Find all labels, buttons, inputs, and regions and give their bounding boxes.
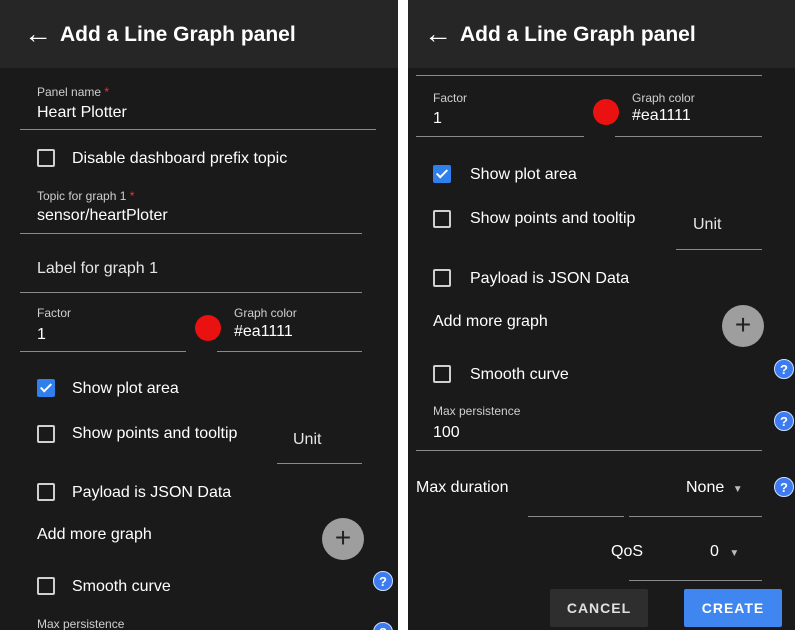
page-title: Add a Line Graph panel: [460, 23, 696, 46]
show-points-label: Show points and tooltip: [470, 210, 636, 227]
factor-label: Factor: [433, 91, 468, 105]
panel-name-label-text: Panel name: [37, 85, 102, 99]
show-plot-area-checkbox[interactable]: [433, 165, 451, 183]
max-persistence-label: Max persistence: [433, 404, 521, 418]
factor-input[interactable]: 1: [37, 326, 46, 344]
required-mark: *: [129, 189, 135, 203]
chevron-down-icon: ▼: [729, 548, 740, 559]
max-duration-select[interactable]: None ▼: [686, 479, 743, 497]
disable-prefix-label: Disable dashboard prefix topic: [72, 150, 288, 167]
panel-name-underline: [20, 129, 376, 130]
disable-prefix-checkbox[interactable]: [37, 149, 55, 167]
show-plot-area-label: Show plot area: [72, 380, 179, 397]
graph-color-input[interactable]: #ea1111: [234, 323, 293, 341]
factor-underline: [20, 351, 186, 352]
plus-icon[interactable]: +: [322, 518, 364, 560]
smooth-curve-label: Smooth curve: [72, 578, 171, 595]
max-persistence-label: Max persistence: [37, 617, 125, 630]
factor-label: Factor: [37, 306, 72, 320]
back-arrow-icon[interactable]: ←: [24, 17, 52, 51]
max-persistence-input[interactable]: 100: [433, 424, 460, 442]
help-icon[interactable]: ?: [373, 622, 393, 630]
smooth-curve-checkbox[interactable]: [433, 365, 451, 383]
graph-color-swatch[interactable]: [195, 315, 221, 341]
graph-label-input[interactable]: Label for graph 1: [37, 260, 158, 278]
panel-name-label: Panel name *: [37, 85, 109, 99]
factor-input[interactable]: 1: [433, 110, 442, 128]
top-divider: [416, 75, 762, 76]
payload-json-checkbox[interactable]: [37, 483, 55, 501]
cancel-button[interactable]: CANCEL: [550, 589, 648, 627]
show-plot-area-checkbox[interactable]: [37, 379, 55, 397]
graph-color-label: Graph color: [234, 306, 297, 320]
left-screen: ← Add a Line Graph panel Panel name * He…: [0, 0, 398, 630]
unit-underline: [277, 463, 362, 464]
topic-underline: [20, 233, 362, 234]
app-bar: ← Add a Line Graph panel: [0, 0, 398, 68]
duration-select-underline: [629, 516, 762, 517]
qos-select[interactable]: 0 ▼: [710, 543, 739, 561]
create-button[interactable]: CREATE: [684, 589, 782, 627]
unit-underline: [676, 249, 762, 250]
help-icon[interactable]: ?: [373, 571, 393, 591]
topic-label: Topic for graph 1 *: [37, 189, 134, 203]
smooth-curve-checkbox[interactable]: [37, 577, 55, 595]
required-mark: *: [104, 85, 110, 99]
max-duration-label: Max duration: [416, 479, 509, 496]
plus-icon[interactable]: +: [722, 305, 764, 347]
max-duration-value: None: [686, 479, 725, 496]
graph-color-underline: [615, 136, 762, 137]
help-icon[interactable]: ?: [774, 477, 794, 497]
show-points-label: Show points and tooltip: [72, 425, 238, 442]
panel-name-input[interactable]: Heart Plotter: [37, 104, 127, 122]
help-icon[interactable]: ?: [774, 359, 794, 379]
topic-input[interactable]: sensor/heartPloter: [37, 207, 168, 225]
back-arrow-icon[interactable]: ←: [424, 17, 452, 51]
factor-underline: [416, 136, 584, 137]
duration-underline: [528, 516, 624, 517]
payload-json-label: Payload is JSON Data: [470, 270, 630, 287]
graph-color-label: Graph color: [632, 91, 695, 105]
qos-value: 0: [710, 543, 719, 560]
smooth-curve-label: Smooth curve: [470, 366, 569, 383]
show-points-checkbox[interactable]: [37, 425, 55, 443]
qos-label: QoS: [611, 543, 644, 560]
qos-underline: [629, 580, 762, 581]
show-plot-area-label: Show plot area: [470, 166, 577, 183]
graph-color-swatch[interactable]: [593, 99, 619, 125]
right-screen: ← Add a Line Graph panel Factor 1 Graph …: [408, 0, 795, 630]
max-persistence-underline: [416, 450, 762, 451]
topic-label-text: Topic for graph 1: [37, 189, 127, 203]
app-bar: ← Add a Line Graph panel: [408, 0, 795, 68]
unit-input[interactable]: Unit: [293, 431, 321, 449]
add-more-graph-label: Add more graph: [433, 313, 548, 330]
page-title: Add a Line Graph panel: [60, 23, 296, 46]
unit-input[interactable]: Unit: [693, 216, 721, 234]
graph-label-underline: [20, 292, 362, 293]
graph-color-underline: [217, 351, 362, 352]
graph-color-input[interactable]: #ea1111: [632, 107, 691, 125]
chevron-down-icon: ▼: [732, 484, 743, 495]
show-points-checkbox[interactable]: [433, 210, 451, 228]
help-icon[interactable]: ?: [774, 411, 794, 431]
add-more-graph-label: Add more graph: [37, 526, 152, 543]
payload-json-checkbox[interactable]: [433, 269, 451, 287]
payload-json-label: Payload is JSON Data: [72, 484, 232, 501]
